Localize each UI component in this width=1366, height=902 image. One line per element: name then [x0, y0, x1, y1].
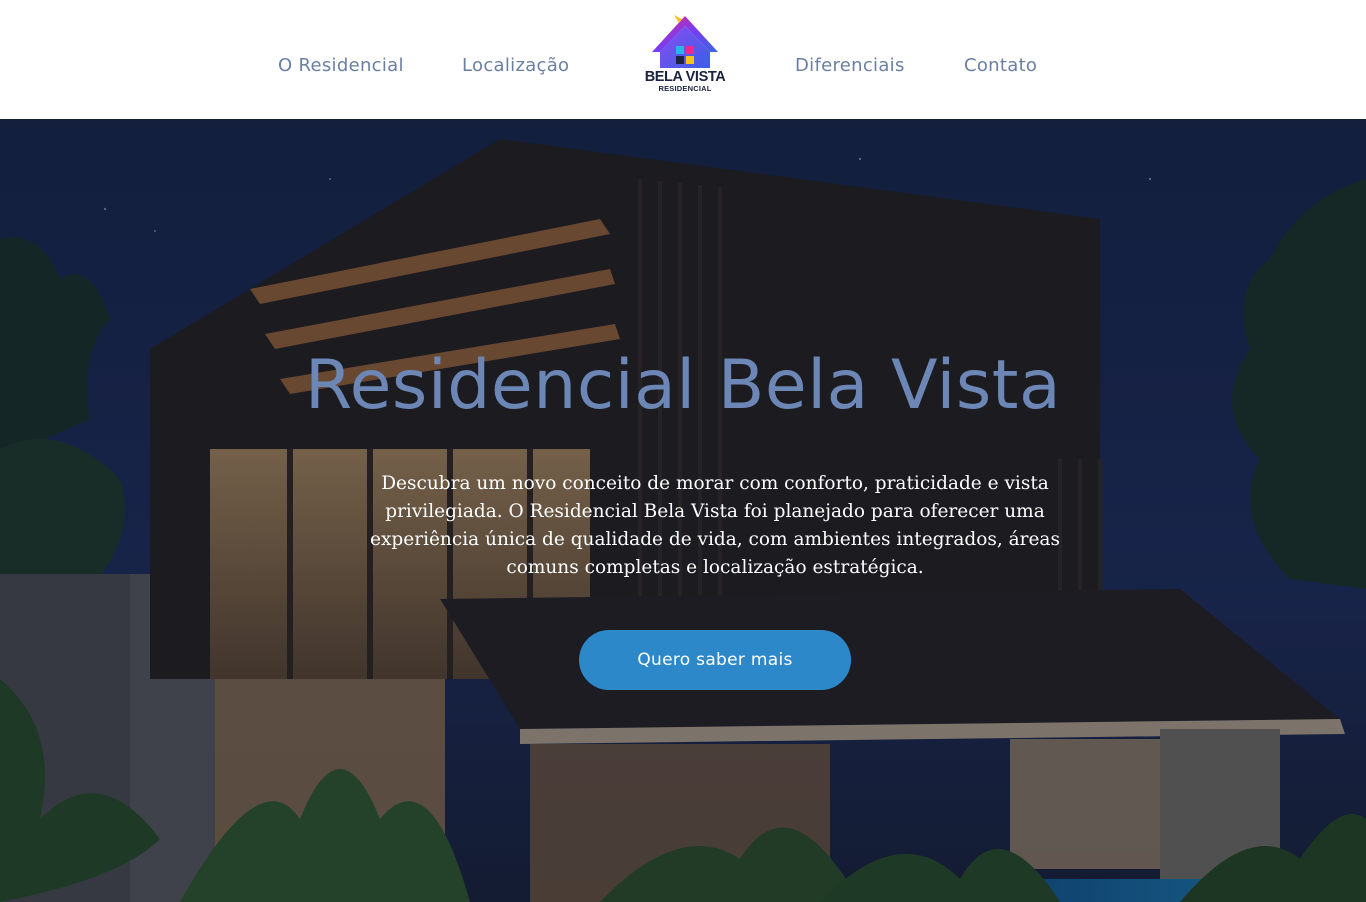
- site-logo[interactable]: BELA VISTA RESIDENCIAL: [644, 14, 726, 94]
- nav-link-diferenciais[interactable]: Diferenciais: [795, 52, 905, 80]
- hero-title: Residencial Bela Vista: [304, 346, 1062, 425]
- cta-learn-more-button[interactable]: Quero saber mais: [579, 630, 851, 690]
- logo-subtitle: RESIDENCIAL: [658, 84, 712, 93]
- nav-link-localizacao[interactable]: Localização: [462, 52, 569, 80]
- site-header: O Residencial Localização Diferenciais C…: [0, 0, 1366, 119]
- nav-link-contato[interactable]: Contato: [964, 52, 1037, 80]
- hero-section: Residencial Bela Vista Descubra um novo …: [0, 119, 1366, 902]
- nav-link-o-residencial[interactable]: O Residencial: [278, 52, 404, 80]
- hero-description: Descubra um novo conceito de morar com c…: [370, 473, 1060, 578]
- logo-wordmark: BELA VISTA: [644, 69, 726, 85]
- house-logo-icon: [652, 15, 718, 68]
